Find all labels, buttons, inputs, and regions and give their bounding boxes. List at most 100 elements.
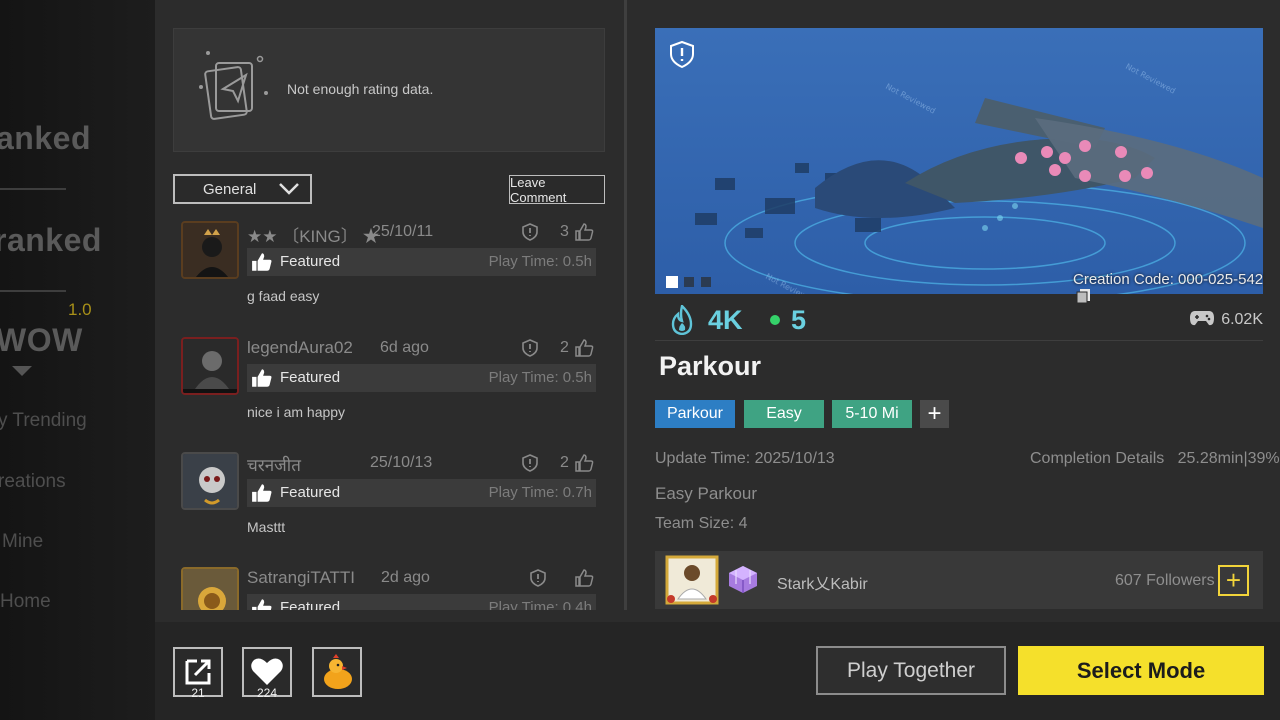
thumbs-up-icon [252, 599, 272, 610]
tag-parkour[interactable]: Parkour [655, 400, 735, 428]
featured-label: Featured [280, 369, 341, 386]
update-time: Update Time: 2025/10/13 [655, 450, 835, 467]
nav-item-trending[interactable]: y Trending [0, 410, 87, 432]
like-thumb-icon[interactable] [574, 569, 594, 587]
map-preview-image[interactable]: Not Reviewed Not Reviewed Not Reviewed [655, 28, 1263, 294]
gamepad-icon [1190, 311, 1215, 326]
play-time: Play Time: 0.5h [488, 369, 592, 386]
comment-item: चरनजीत 25/10/13 2 Featured Play Time: 0.… [173, 446, 605, 556]
left-nav: anked ranked 1.0 WOW y Trending reations… [0, 0, 155, 720]
chicken-icon [324, 654, 352, 689]
tag-duration[interactable]: 5-10 Mi [832, 400, 912, 428]
comment-filter-dropdown[interactable]: General [173, 174, 312, 204]
carousel-dot [701, 277, 711, 287]
map-title: Parkour [659, 351, 762, 381]
nav-item-creations[interactable]: reations [0, 471, 66, 493]
like-thumb-icon[interactable] [574, 454, 594, 472]
play-time: Play Time: 0.7h [488, 484, 592, 501]
copy-icon[interactable] [1076, 288, 1092, 304]
avatar[interactable] [181, 452, 239, 510]
badge-cube-icon [727, 564, 759, 594]
avatar[interactable] [181, 567, 239, 610]
author-avatar[interactable] [665, 555, 719, 605]
featured-label: Featured [280, 484, 341, 501]
avatar[interactable] [181, 337, 239, 395]
share-count: 21 [191, 686, 205, 700]
panel-divider [624, 0, 627, 610]
rating-empty-icon [199, 51, 268, 120]
avatar[interactable] [181, 221, 239, 279]
nav-item-mine[interactable]: Mine [2, 531, 43, 553]
completion-details: Completion Details 25.28min|39% [1030, 450, 1280, 467]
comment-author: legendAura02 [247, 338, 353, 357]
nav-item-home[interactable]: Home [0, 591, 51, 613]
map-stats: 4K 5 6.02K [655, 303, 1263, 339]
featured-label: Featured [280, 599, 341, 610]
play-time: Play Time: 0.4h [488, 599, 592, 610]
team-size: Team Size: 4 [655, 515, 748, 532]
thumbs-up-icon [252, 253, 272, 271]
online-dot-icon [770, 315, 780, 325]
comment-text: Masttt [247, 519, 286, 535]
online-count: 5 [791, 305, 807, 335]
play-count-value: 6.02K [1221, 311, 1263, 328]
report-shield-icon[interactable] [529, 569, 547, 587]
nav-item-unranked[interactable]: ranked [0, 222, 102, 259]
follower-count: 607 Followers [1115, 572, 1215, 589]
featured-bar: Featured Play Time: 0.5h [247, 364, 596, 392]
comment-date: 6d ago [380, 339, 429, 356]
comments-list[interactable]: ★★ 〔KING〕 ★ 25/10/11 3 Featured Play Tim… [173, 215, 605, 610]
play-count: 6.02K [1189, 309, 1263, 329]
comment-author: SatrangiTATTI [247, 568, 356, 587]
nav-item-wow[interactable]: WOW [0, 322, 83, 359]
more-tags-button[interactable]: + [920, 400, 949, 428]
rating-message: Not enough rating data. [287, 81, 434, 97]
carousel-dot [684, 277, 694, 287]
featured-bar: Featured Play Time: 0.5h [247, 248, 596, 276]
comment-item: SatrangiTATTI 2d ago Featured Play Time:… [173, 561, 605, 610]
play-together-button[interactable]: Play Together [816, 646, 1006, 695]
caret-down-icon [12, 366, 32, 376]
creation-code[interactable]: Creation Code: 000-025-542 [1073, 271, 1280, 306]
featured-bar: Featured Play Time: 0.4h [247, 594, 596, 610]
follow-button[interactable]: + [1218, 565, 1249, 596]
like-count: 224 [256, 686, 278, 700]
comment-date: 25/10/13 [370, 454, 433, 471]
nav-divider [0, 188, 66, 190]
chicken-emote-button[interactable] [312, 647, 362, 697]
comment-like-count: 3 [560, 223, 569, 240]
nav-item-ranked[interactable]: anked [0, 120, 91, 157]
comment-filter-label: General [203, 180, 257, 198]
version-label: 1.0 [68, 300, 92, 319]
comment-date: 25/10/11 [372, 223, 434, 240]
report-shield-icon[interactable] [521, 454, 539, 472]
rating-panel: Not enough rating data. [173, 28, 605, 152]
comment-author: चरनजीत [247, 456, 301, 475]
thumbs-up-icon [252, 369, 272, 387]
like-thumb-icon[interactable] [574, 339, 594, 357]
play-time: Play Time: 0.5h [488, 253, 592, 270]
tag-difficulty[interactable]: Easy [744, 400, 824, 428]
creation-code-text: Creation Code: 000-025-542 [1073, 271, 1264, 288]
report-shield-icon[interactable] [521, 339, 539, 357]
comment-item: ★★ 〔KING〕 ★ 25/10/11 3 Featured Play Tim… [173, 215, 605, 325]
leave-comment-button[interactable]: Leave Comment [509, 175, 605, 205]
like-thumb-icon[interactable] [574, 223, 594, 241]
hot-count: 4K [708, 305, 743, 335]
comment-like-count: 2 [560, 454, 569, 471]
comment-item: legendAura02 6d ago 2 Featured Play Time… [173, 331, 605, 441]
comment-like-count: 2 [560, 339, 569, 356]
report-shield-icon[interactable] [521, 223, 539, 241]
author-name[interactable]: Stark乂Kabir [777, 570, 868, 594]
featured-bar: Featured Play Time: 0.7h [247, 479, 596, 507]
featured-label: Featured [280, 253, 341, 270]
chevron-down-icon [279, 183, 299, 195]
comment-author: ★★ 〔KING〕 ★ [247, 227, 380, 246]
author-bar[interactable]: Stark乂Kabir 607 Followers + [655, 551, 1263, 609]
map-description: Easy Parkour [655, 484, 758, 503]
nav-divider [0, 290, 66, 292]
flame-icon [671, 305, 693, 335]
select-mode-button[interactable]: Select Mode [1018, 646, 1264, 695]
comment-text: g faad easy [247, 288, 320, 304]
thumbs-up-icon [252, 484, 272, 502]
